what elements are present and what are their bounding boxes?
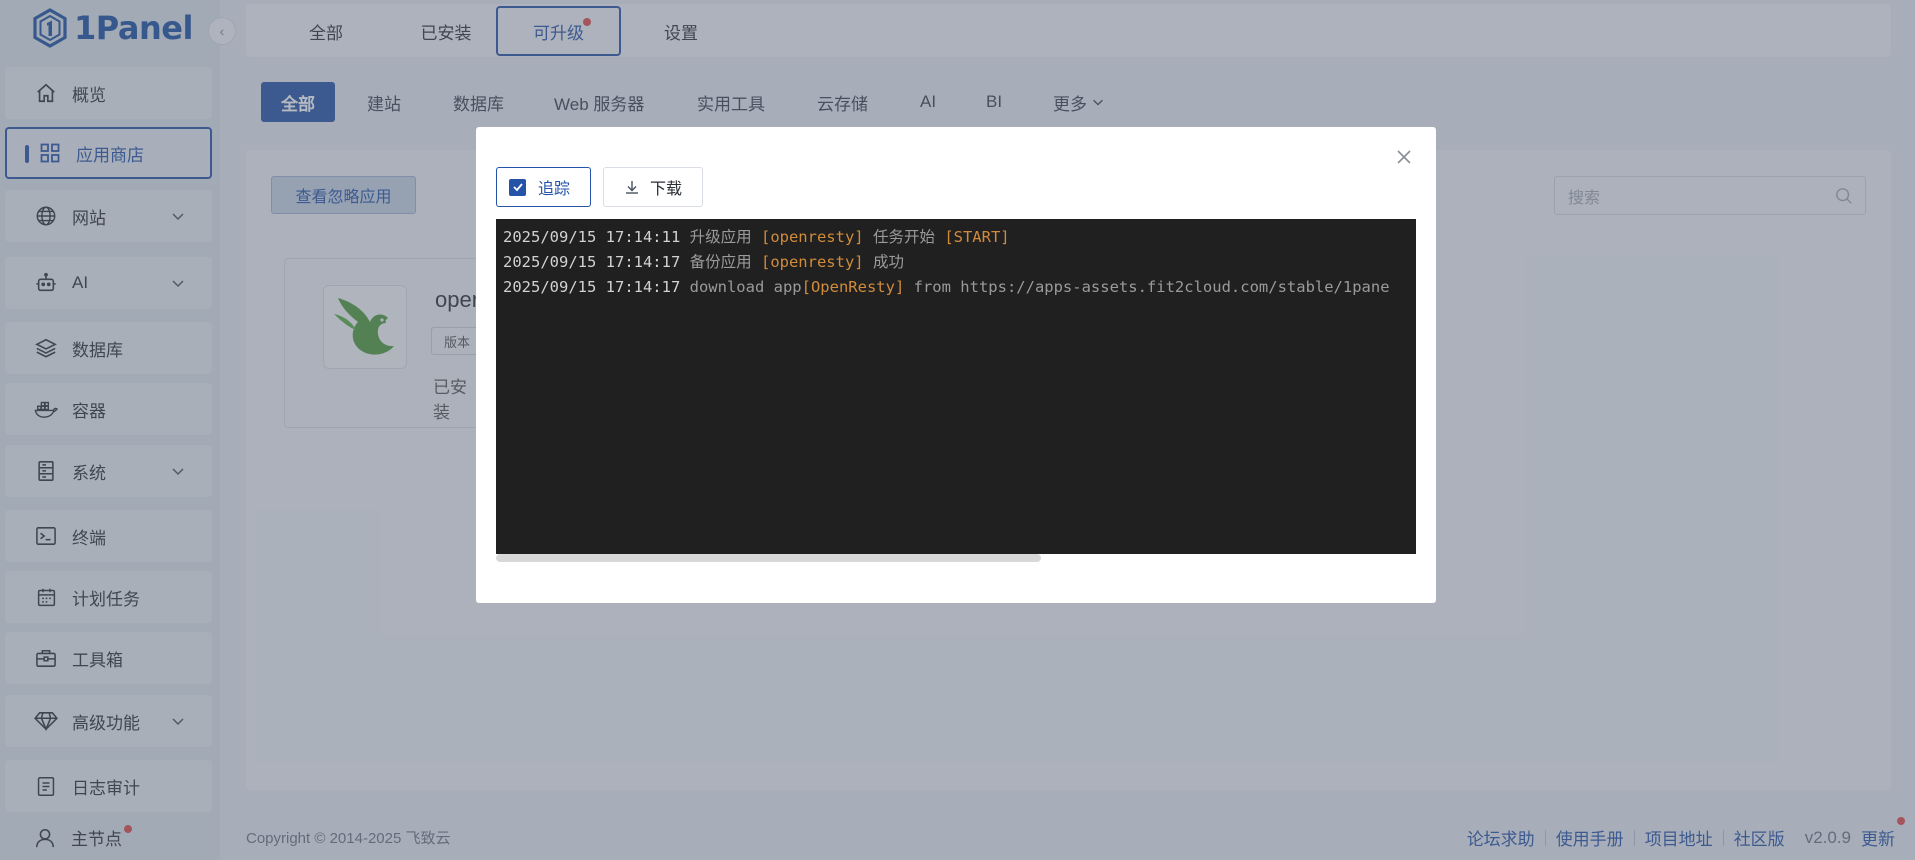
download-label: 下载 (650, 181, 683, 198)
checkbox-checked-icon (509, 178, 526, 196)
download-log-button[interactable]: 下载 (603, 167, 703, 207)
log-text: 备份应用 (680, 253, 761, 271)
log-text: from https://apps-assets.fit2cloud.com/s… (904, 278, 1390, 296)
log-text: 任务开始 (863, 228, 945, 246)
upgrade-log-dialog: 追踪 下载 2025/09/15 17:14:11 升级应用 [openrest… (476, 127, 1436, 603)
log-text: 成功 (863, 253, 904, 271)
horizontal-scrollbar[interactable] (496, 554, 1041, 562)
download-icon (624, 179, 640, 195)
log-highlight: [openresty] (760, 253, 864, 271)
log-timestamp: 2025/09/15 17:14:17 (503, 253, 681, 271)
log-highlight: [START] (944, 228, 1010, 246)
log-text: download app (680, 278, 802, 296)
log-highlight: [openresty] (760, 228, 864, 246)
close-icon (1397, 150, 1411, 164)
log-timestamp: 2025/09/15 17:14:17 (503, 278, 681, 296)
log-line: 2025/09/15 17:14:17 download app[OpenRes… (503, 275, 1416, 300)
log-highlight: [OpenResty] (801, 278, 905, 296)
log-terminal[interactable]: 2025/09/15 17:14:11 升级应用 [openresty] 任务开… (496, 219, 1416, 554)
log-timestamp: 2025/09/15 17:14:11 (503, 228, 681, 246)
log-line: 2025/09/15 17:14:11 升级应用 [openresty] 任务开… (503, 225, 1416, 250)
follow-log-checkbox[interactable]: 追踪 (496, 167, 591, 207)
close-dialog-button[interactable] (1392, 145, 1416, 169)
log-text: 升级应用 (680, 228, 761, 246)
follow-label: 追踪 (538, 181, 571, 198)
log-line: 2025/09/15 17:14:17 备份应用 [openresty] 成功 (503, 250, 1416, 275)
